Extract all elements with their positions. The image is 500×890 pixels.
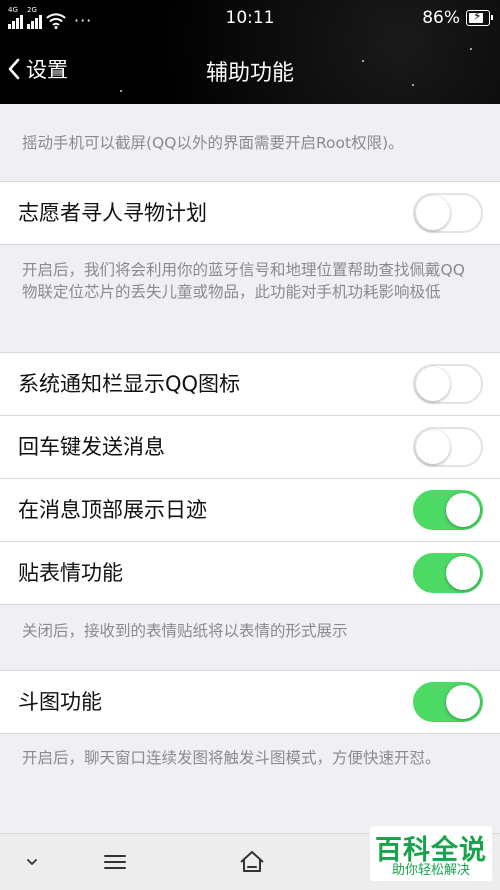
setting-row-volunteer[interactable]: 志愿者寻人寻物计划 (0, 182, 500, 244)
chevron-down-icon[interactable] (18, 848, 46, 876)
setting-row-sticker[interactable]: 贴表情功能 (0, 542, 500, 604)
toggle-doutu[interactable] (413, 682, 483, 722)
setting-label: 斗图功能 (18, 690, 102, 714)
setting-row-doutu[interactable]: 斗图功能 (0, 671, 500, 733)
toggle-volunteer[interactable] (413, 193, 483, 233)
nav-bar: 设置 辅助功能 (0, 48, 500, 92)
menu-icon[interactable] (101, 848, 129, 876)
toggle-enter-send[interactable] (413, 427, 483, 467)
toggle-daily-story[interactable] (413, 490, 483, 530)
toggle-sticker[interactable] (413, 553, 483, 593)
setting-label: 贴表情功能 (18, 561, 123, 585)
setting-label: 系统通知栏显示QQ图标 (18, 372, 241, 396)
setting-row-notification-icon[interactable]: 系统通知栏显示QQ图标 (0, 353, 500, 415)
shake-screenshot-note: 摇动手机可以截屏(QQ以外的界面需要开启Root权限)。 (22, 134, 404, 152)
header: 4G 2G ··· 10:11 86% ⚡ 设置 辅助功能 (0, 0, 500, 104)
setting-label: 在消息顶部展示日迹 (18, 498, 207, 522)
battery-icon: ⚡ (466, 9, 493, 26)
page-title: 辅助功能 (205, 61, 294, 86)
setting-row-enter-send[interactable]: 回车键发送消息 (0, 416, 500, 478)
setting-row-daily-story[interactable]: 在消息顶部展示日迹 (0, 479, 500, 541)
setting-label: 志愿者寻人寻物计划 (18, 201, 207, 225)
watermark-sub-text: 助你轻松解决 (391, 863, 470, 878)
setting-label: 回车键发送消息 (18, 435, 165, 459)
toggle-notification-icon[interactable] (413, 364, 483, 404)
doutu-note: 开启后，聊天窗口连续发图将触发斗图模式，方便快速开怼。 (22, 749, 441, 767)
watermark-logo: 百科全说 助你轻松解决 (370, 826, 492, 881)
battery-percent: 86% (422, 8, 460, 28)
volunteer-note: 开启后，我们将会利用你的蓝牙信号和地理位置帮助查找佩戴QQ物联定位芯片的丢失儿童… (22, 261, 465, 301)
settings-list[interactable]: 摇动手机可以截屏(QQ以外的界面需要开启Root权限)。 志愿者寻人寻物计划 开… (0, 104, 500, 833)
sticker-note: 关闭后，接收到的表情贴纸将以表情的形式展示 (22, 622, 348, 640)
home-icon[interactable] (238, 848, 266, 876)
status-bar: 4G 2G ··· 10:11 86% ⚡ (0, 0, 500, 36)
